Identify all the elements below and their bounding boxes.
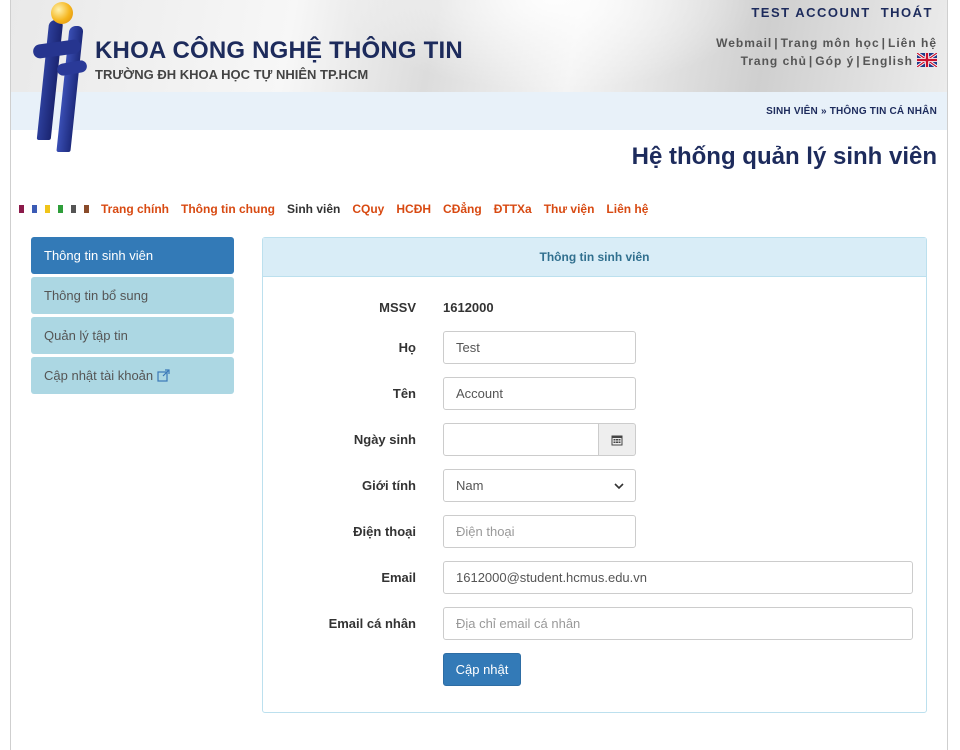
chevron-down-icon <box>614 483 624 490</box>
calendar-button[interactable] <box>599 423 636 456</box>
nav-item-main-page[interactable]: Trang chính <box>101 202 169 216</box>
feedback-link[interactable]: Góp ý <box>815 54 854 68</box>
nav-square <box>45 205 50 213</box>
school-subtitle: TRƯỜNG ĐH KHOA HỌC TỰ NHIÊN TP.HCM <box>95 67 369 82</box>
sidebar-item-student-info[interactable]: Thông tin sinh viên <box>31 237 234 274</box>
birthdate-input[interactable] <box>443 423 599 456</box>
personal-email-input[interactable] <box>443 607 913 640</box>
sidebar-item-label: Thông tin bổ sung <box>44 288 149 303</box>
breadcrumb: SINH VIÊN » THÔNG TIN CÁ NHÂN <box>766 106 937 117</box>
sidebar-item-update-account[interactable]: Cập nhật tài khoản <box>31 357 234 394</box>
username-link[interactable]: TEST ACCOUNT <box>751 5 870 20</box>
ten-label: Tên <box>392 386 416 401</box>
breadcrumb-personal-info[interactable]: THÔNG TIN CÁ NHÂN <box>830 106 937 117</box>
contact-link[interactable]: Liên hệ <box>888 36 937 50</box>
nav-square <box>84 205 89 213</box>
page-title: Hệ thống quản lý sinh viên <box>631 143 937 170</box>
sidebar-item-file-management[interactable]: Quản lý tập tin <box>31 317 234 354</box>
student-info-panel: Thông tin sinh viên MSSV 1612000 Họ Tên … <box>262 237 927 713</box>
gender-selected-value: Nam <box>456 478 484 493</box>
ten-input[interactable] <box>443 377 636 410</box>
ngay-sinh-label: Ngày sinh <box>353 432 416 447</box>
course-page-link[interactable]: Trang môn học <box>781 36 880 50</box>
nav-square <box>58 205 63 213</box>
nav-square <box>19 205 24 213</box>
logout-link[interactable]: THOÁT <box>881 5 933 20</box>
email-label: Email <box>381 570 416 585</box>
sidebar-item-label: Quản lý tập tin <box>44 328 128 343</box>
phone-input[interactable] <box>443 515 636 548</box>
account-links: TEST ACCOUNT THOÁT <box>741 5 933 20</box>
nav-color-squares <box>19 205 97 213</box>
nav-item-students[interactable]: Sinh viên <box>287 202 340 216</box>
sidebar-item-label: Cập nhật tài khoản <box>44 368 154 383</box>
nav-item-contact[interactable]: Liên hệ <box>606 202 648 216</box>
nav-item-hcdh[interactable]: HCĐH <box>396 202 431 216</box>
gender-select[interactable]: Nam <box>443 469 636 502</box>
sidebar: Thông tin sinh viên Thông tin bổ sung Qu… <box>31 237 234 397</box>
form-row-mssv: MSSV 1612000 <box>263 291 926 325</box>
form-row-ho: Họ <box>263 331 926 365</box>
nav-square <box>32 205 37 213</box>
page-frame: KHOA CÔNG NGHỆ THÔNG TIN TRƯỜNG ĐH KHOA … <box>10 0 948 750</box>
home-link[interactable]: Trang chủ <box>741 54 807 68</box>
form-row-ten: Tên <box>263 377 926 411</box>
nav-square <box>71 205 76 213</box>
main-nav: Trang chính Thông tin chung Sinh viên CQ… <box>19 202 660 216</box>
uk-flag-icon[interactable] <box>917 53 937 67</box>
form-row-dien-thoai: Điện thoại <box>263 515 926 549</box>
mssv-value: 1612000 <box>443 300 494 315</box>
ho-input[interactable] <box>443 331 636 364</box>
email-input[interactable] <box>443 561 913 594</box>
nav-item-library[interactable]: Thư viện <box>544 202 595 216</box>
nav-item-dttxa[interactable]: ĐTTXa <box>494 202 532 216</box>
top-links-row-1: Webmail | Trang môn học | Liên hệ <box>716 36 937 50</box>
form-row-ngay-sinh: Ngày sinh <box>263 423 926 457</box>
ho-label: Họ <box>398 340 416 355</box>
form-row-gioi-tinh: Giới tính Nam <box>263 469 926 503</box>
sidebar-item-additional-info[interactable]: Thông tin bổ sung <box>31 277 234 314</box>
calendar-icon <box>611 435 623 445</box>
gioi-tinh-label: Giới tính <box>361 478 416 493</box>
nav-item-cquy[interactable]: CQuy <box>352 202 384 216</box>
form-row-email: Email <box>263 561 926 595</box>
birthdate-picker <box>443 423 636 456</box>
panel-heading: Thông tin sinh viên <box>263 238 926 277</box>
form-row-email-ca-nhan: Email cá nhân <box>263 607 926 641</box>
breadcrumb-separator: » <box>820 106 827 117</box>
fit-logo[interactable] <box>32 2 91 152</box>
top-links-row-2: Trang chủ | Góp ý | English <box>716 52 937 70</box>
mssv-label: MSSV <box>379 300 416 315</box>
external-link-icon <box>157 369 170 382</box>
top-links: Webmail | Trang môn học | Liên hệ Trang chủ |… <box>716 34 937 70</box>
english-link[interactable]: English <box>863 54 913 68</box>
breadcrumb-student[interactable]: SINH VIÊN <box>766 106 818 117</box>
sidebar-item-label: Thông tin sinh viên <box>44 248 154 263</box>
nav-item-cdang[interactable]: CĐẳng <box>443 202 482 216</box>
email-ca-nhan-label: Email cá nhân <box>328 616 416 631</box>
webmail-link[interactable]: Webmail <box>716 36 772 50</box>
faculty-title: KHOA CÔNG NGHỆ THÔNG TIN <box>95 37 463 64</box>
nav-item-general-info[interactable]: Thông tin chung <box>181 202 275 216</box>
dien-thoai-label: Điện thoại <box>353 524 416 539</box>
update-button[interactable]: Cập nhật <box>443 653 521 686</box>
